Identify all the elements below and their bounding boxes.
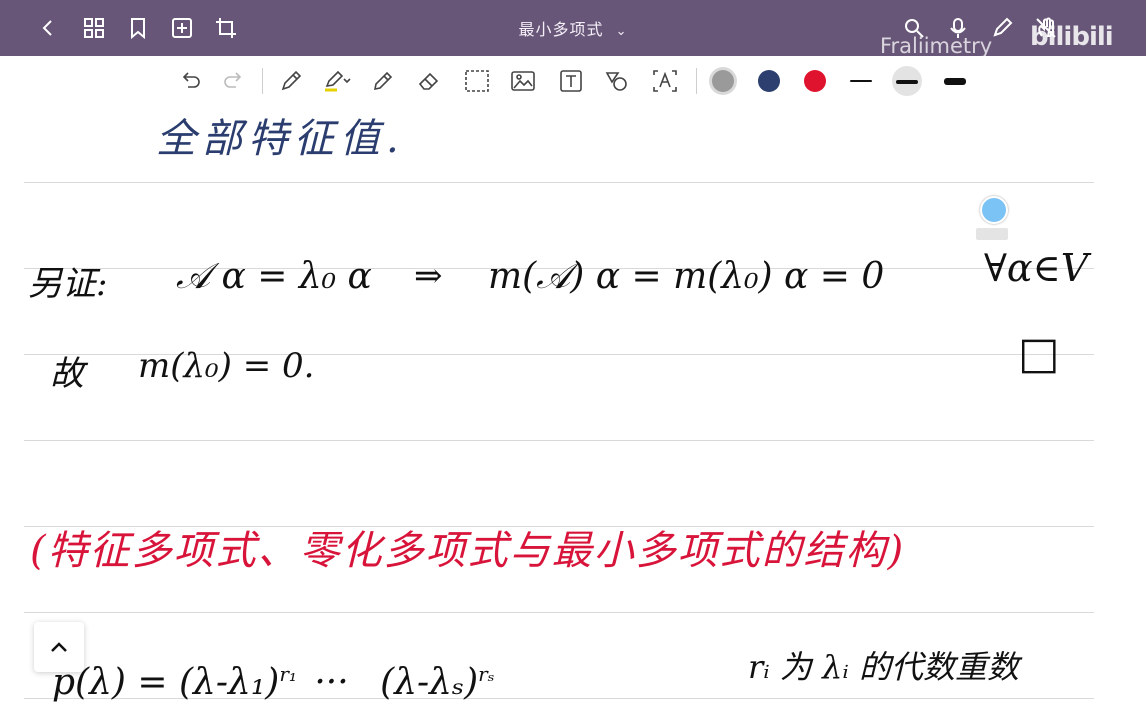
formula-exponent-1: r₁ xyxy=(279,662,297,686)
color-swatch-navy[interactable] xyxy=(758,70,780,92)
shapes-icon[interactable] xyxy=(602,66,632,96)
eraser-icon[interactable] xyxy=(414,66,444,96)
formula-ellipsis: ··· xyxy=(314,662,349,703)
highlighter-icon[interactable] xyxy=(322,66,352,96)
note-section-heading: (特征多项式、零化多项式与最小多项式的结构) xyxy=(30,528,906,574)
formula-factor-s: (λ-λₛ) xyxy=(380,662,479,703)
text-tool-icon[interactable] xyxy=(556,66,586,96)
lasso-select-icon[interactable] xyxy=(462,66,492,96)
color-swatch-gray[interactable] xyxy=(712,70,734,92)
toolbar-divider xyxy=(696,68,697,94)
formula-factor-1: p(λ) = (λ-λ₁) xyxy=(52,662,280,703)
note-min-poly-equation: m(𝒜) α = m(λ₀) α = 0 xyxy=(488,256,885,297)
title-bar: 最小多项式 ⌄ Fraliimetry bilibili xyxy=(0,0,1146,58)
formula-note-multiplicity: rᵢ 为 λᵢ 的代数重数 xyxy=(748,648,1019,686)
stroke-medium[interactable] xyxy=(896,80,918,84)
qed-mark: □ xyxy=(1018,328,1060,379)
formula-start: p(λ) = (λ-λ₁)r₁ ··· (λ-λₛ)rₛ xyxy=(52,662,494,703)
chevron-up-icon xyxy=(51,642,67,652)
document-title-text: 最小多项式 xyxy=(518,20,604,39)
fine-pen-icon[interactable] xyxy=(368,66,398,96)
note-root-conclusion: m(λ₀) = 0. xyxy=(138,346,315,386)
brand-logo: bilibili xyxy=(1030,22,1114,52)
scroll-handle[interactable] xyxy=(976,228,1008,240)
note-eigen-equation: 𝒜 α = λ₀ α xyxy=(176,256,372,297)
undo-icon[interactable] xyxy=(176,66,206,96)
ruled-line xyxy=(24,182,1094,183)
note-page[interactable]: 全部特征值. 另证: 𝒜 α = λ₀ α ⇒ m(𝒜) α = m(λ₀) α… xyxy=(0,106,1146,720)
pen-icon[interactable] xyxy=(276,66,306,96)
drawing-toolbar xyxy=(0,56,1146,107)
image-icon[interactable] xyxy=(508,66,538,96)
scroll-indicator[interactable] xyxy=(980,196,1008,224)
stroke-thick[interactable] xyxy=(944,78,966,85)
note-alt-proof-label: 另证: xyxy=(28,264,108,304)
stroke-thin[interactable] xyxy=(850,80,872,82)
text-recognition-icon[interactable] xyxy=(650,66,680,96)
color-swatch-red[interactable] xyxy=(804,70,826,92)
note-for-all: ∀α∈V xyxy=(984,246,1089,290)
scroll-up-button[interactable] xyxy=(34,622,84,672)
ruled-line xyxy=(24,440,1094,441)
ruled-line xyxy=(24,612,1094,613)
note-line-eigenvalues: 全部特征值. xyxy=(156,116,405,162)
formula-exponent-s: rₛ xyxy=(478,662,495,686)
note-implies: ⇒ xyxy=(414,256,443,296)
chevron-down-icon: ⌄ xyxy=(615,24,628,39)
watermark: Fraliimetry xyxy=(880,34,993,58)
note-therefore: 故 xyxy=(50,354,84,394)
redo-icon[interactable] xyxy=(218,66,248,96)
toolbar-divider xyxy=(262,68,263,94)
